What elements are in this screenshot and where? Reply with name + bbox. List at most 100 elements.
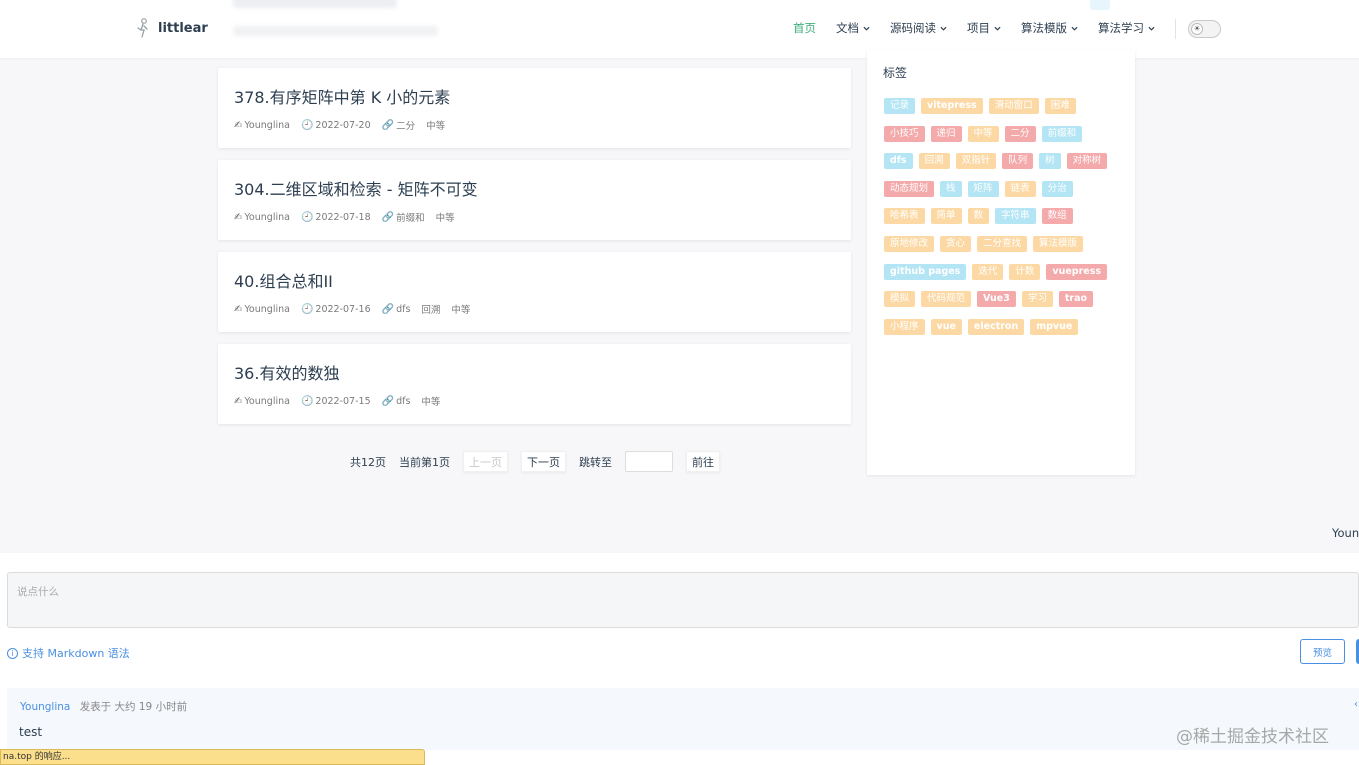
article-date: 🕘 2022-07-15	[301, 396, 371, 407]
comment-item: Younglina 发表于 大约 19 小时前 test ‹	[7, 688, 1359, 750]
tag-chip[interactable]: 动态规划	[884, 180, 935, 197]
tag-chip[interactable]: vuepress	[1046, 263, 1108, 280]
nav-menu: 首页 文档 源码阅读 项目 算法模版 算法学习	[793, 20, 1175, 36]
tag-chip[interactable]: 树	[1039, 153, 1061, 170]
tag-chip[interactable]: 计数	[1009, 263, 1041, 280]
nav-item-3[interactable]: 项目	[967, 20, 1001, 36]
tag-chip[interactable]: github pages	[884, 263, 967, 280]
comment-action: 发表于	[79, 701, 112, 713]
tag-chip[interactable]: 迭代	[972, 263, 1004, 280]
tag-chip[interactable]: vue	[930, 318, 962, 335]
tag-chip[interactable]: 栈	[940, 180, 962, 197]
article-date-text: 2022-07-16	[315, 303, 371, 315]
article-author: ✍ Younglina	[234, 304, 290, 315]
tag-chip[interactable]: 小程序	[884, 318, 925, 335]
tag-chip[interactable]: 队列	[1002, 153, 1034, 170]
jump-page-input[interactable]	[625, 451, 673, 472]
tag-chip[interactable]: 分治	[1041, 180, 1073, 197]
markdown-hint-link[interactable]: i 支持 Markdown 语法	[7, 645, 130, 661]
article-title[interactable]: 304.二维区域和检索 - 矩阵不可变	[234, 176, 478, 200]
tag-chip[interactable]: 字符串	[995, 208, 1036, 225]
article-card[interactable]: 36.有效的数独 ✍ Younglina 🕘 2022-07-15 🔗 dfs 中等	[218, 344, 851, 424]
prev-page-button[interactable]: 上一页	[463, 451, 508, 472]
tag-chip[interactable]: dfs	[884, 153, 913, 170]
tag-chip[interactable]: 贪心	[940, 235, 972, 252]
nav-item-label: 文档	[836, 21, 859, 35]
browser-status-bar: na.top 的响应...	[0, 749, 425, 765]
article-difficulty: 中等	[436, 210, 455, 224]
nav-item-5[interactable]: 算法学习	[1098, 20, 1155, 36]
brand-title: littlear	[158, 20, 208, 36]
article-author-text: Younglina	[244, 395, 290, 407]
go-page-button[interactable]: 前往	[686, 451, 720, 472]
nav-item-0[interactable]: 首页	[793, 20, 816, 36]
nav-item-1[interactable]: 文档	[836, 20, 870, 36]
article-date-text: 2022-07-20	[315, 119, 371, 131]
article-title[interactable]: 36.有效的数独	[234, 360, 339, 384]
tag-chip[interactable]: 模拟	[884, 291, 916, 308]
chevron-down-icon	[1148, 26, 1155, 31]
tag-chip[interactable]: Vue3	[977, 291, 1016, 308]
tag-chip[interactable]: 算法模版	[1033, 235, 1084, 252]
article-card[interactable]: 40.组合总和II ✍ Younglina 🕘 2022-07-16 🔗 dfs 回溯 中等	[218, 252, 851, 332]
tag-chip[interactable]: 数	[967, 208, 990, 225]
pen-icon: ✍	[234, 395, 243, 407]
tag-chip[interactable]: 对称树	[1066, 153, 1108, 170]
tag-chip[interactable]: 困难	[1044, 98, 1076, 114]
nav-item-label: 源码阅读	[890, 21, 936, 35]
clock-icon: 🕘	[300, 211, 314, 223]
nav-item-4[interactable]: 算法模版	[1021, 20, 1078, 36]
tag-chip[interactable]: 简单	[930, 208, 962, 225]
article-title[interactable]: 378.有序矩阵中第 K 小的元素	[234, 84, 450, 108]
article-date-text: 2022-07-18	[315, 211, 371, 223]
article-card[interactable]: 378.有序矩阵中第 K 小的元素 ✍ Younglina 🕘 2022-07-20 🔗 二…	[218, 68, 851, 148]
nav-item-label: 首页	[793, 21, 816, 35]
tag-chip[interactable]: 二分查找	[977, 235, 1028, 252]
theme-toggle[interactable]: ☀	[1188, 20, 1221, 38]
tag-chip[interactable]: 二分	[1004, 125, 1036, 142]
article-difficulty-text: 中等	[451, 305, 471, 316]
article-tag-text: dfs	[396, 395, 411, 407]
chevron-down-icon	[994, 26, 1001, 31]
tag-chip[interactable]: 滑动窗口	[988, 98, 1039, 114]
pen-icon: ✍	[234, 303, 243, 315]
tag-chip[interactable]: electron	[967, 318, 1025, 335]
tag-chip[interactable]: 数组	[1041, 208, 1073, 225]
next-page-button[interactable]: 下一页	[521, 451, 566, 472]
article-card[interactable]: 304.二维区域和检索 - 矩阵不可变 ✍ Younglina 🕘 2022-07-18…	[218, 160, 851, 240]
brand-link[interactable]: littlear	[136, 18, 208, 38]
tag-chip[interactable]: 矩阵	[967, 180, 999, 197]
tag-chip[interactable]: 双指针	[955, 153, 997, 170]
tag-chip[interactable]: 记录	[884, 98, 916, 114]
tag-chip[interactable]: 中等	[967, 125, 999, 142]
tag-chip[interactable]: 学习	[1021, 291, 1053, 308]
preview-button[interactable]: 预览	[1300, 639, 1345, 664]
chevron-down-icon	[1071, 26, 1078, 31]
tag-chip[interactable]: 哈希表	[884, 208, 925, 225]
tag-chip[interactable]: 代码规范	[921, 291, 972, 308]
tag-chip[interactable]: 链表	[1004, 180, 1036, 197]
tag-chip[interactable]: trao	[1058, 291, 1094, 308]
article-difficulty-text: 中等	[435, 213, 455, 224]
pagination-total: 共12页	[350, 455, 386, 469]
footer-author: Youn	[1332, 526, 1359, 540]
article-author-text: Younglina	[244, 303, 290, 315]
comment-author[interactable]: Younglina	[20, 701, 70, 713]
nav-item-2[interactable]: 源码阅读	[890, 20, 947, 36]
tag-chip[interactable]: 小技巧	[884, 125, 925, 142]
comment-time: 大约 19 小时前	[114, 701, 188, 713]
tag-chip[interactable]: 原地修改	[884, 235, 935, 252]
tag-chip[interactable]: mpvue	[1030, 318, 1079, 335]
comment-textarea[interactable]: 说点什么	[7, 572, 1359, 628]
tag-chip[interactable]: 递归	[930, 125, 962, 142]
article-date-text: 2022-07-15	[315, 395, 371, 407]
pagination: 共12页 当前第1页 上一页 下一页 跳转至 前往	[350, 451, 733, 472]
article-author: ✍ Younglina	[234, 212, 290, 223]
tag-chip[interactable]: 前缀和	[1041, 125, 1083, 142]
article-title[interactable]: 40.组合总和II	[234, 268, 333, 292]
tag-chip[interactable]: 回溯	[918, 153, 950, 170]
nav-item-label: 算法学习	[1098, 21, 1144, 35]
tag-chip[interactable]: vitepress	[921, 98, 983, 114]
jump-label: 跳转至	[579, 455, 612, 469]
reply-icon[interactable]: ‹	[1354, 699, 1358, 710]
